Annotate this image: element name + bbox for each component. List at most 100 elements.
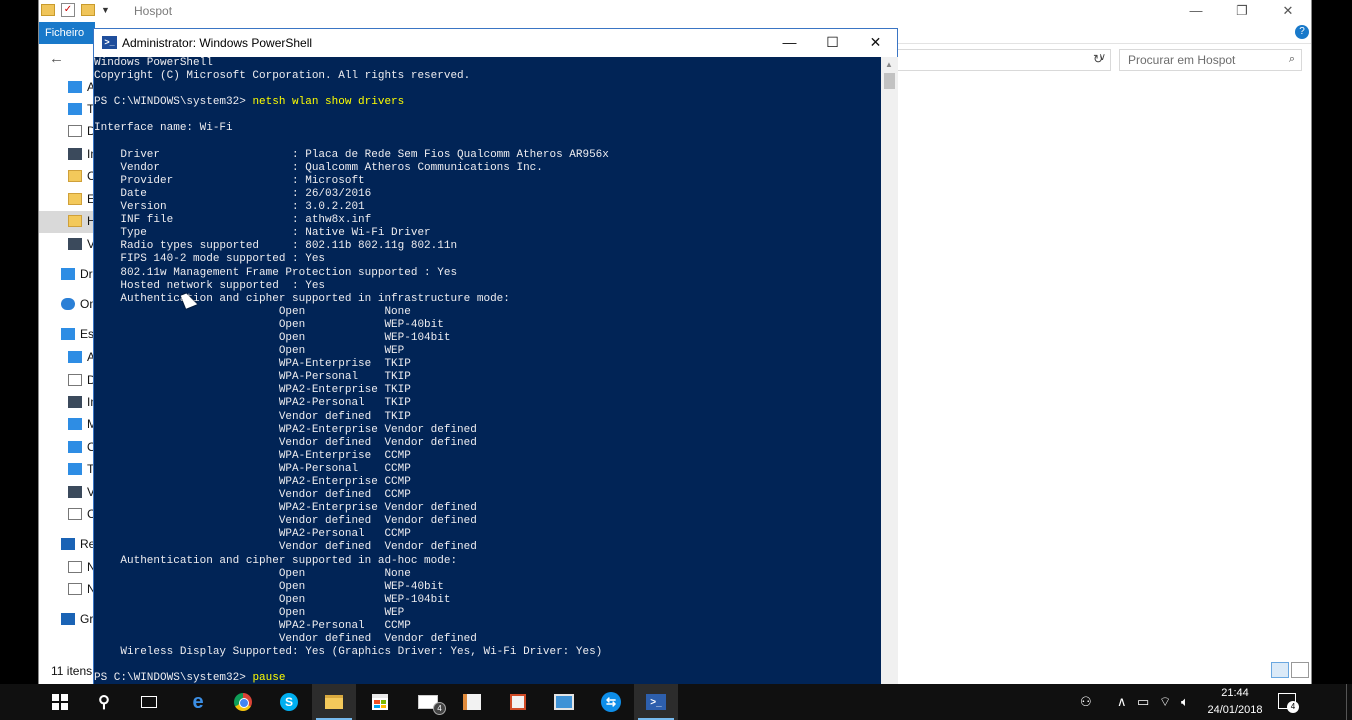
nav-item-desktop[interactable]: A bbox=[39, 347, 95, 369]
store-button[interactable] bbox=[358, 684, 402, 720]
search-icon[interactable]: ⌕ bbox=[1289, 53, 1295, 66]
scroll-thumb[interactable] bbox=[884, 73, 895, 89]
console-line: Open WEP-104bit bbox=[94, 331, 451, 344]
new-folder-icon[interactable] bbox=[81, 4, 95, 16]
power-icon[interactable]: ▭ bbox=[1137, 684, 1149, 720]
nav-item-drive[interactable]: C bbox=[39, 504, 95, 526]
nav-item-computer[interactable]: N bbox=[39, 579, 95, 601]
documents-icon bbox=[68, 374, 82, 386]
minimize-button[interactable]: — bbox=[768, 29, 811, 57]
nav-item-documents[interactable]: D bbox=[39, 370, 95, 392]
console-line: Hosted network supported : Yes bbox=[94, 279, 326, 292]
back-arrow-icon[interactable]: ← bbox=[49, 50, 64, 67]
nav-item-network[interactable]: Re bbox=[39, 534, 95, 556]
nav-item-desktop[interactable]: A bbox=[39, 77, 95, 99]
console-prompt: PS C:\WINDOWS\system32> bbox=[94, 672, 253, 685]
teamviewer-button[interactable]: ⇆ bbox=[589, 684, 633, 720]
maximize-button[interactable]: ☐ bbox=[811, 29, 854, 57]
close-button[interactable]: ✕ bbox=[854, 29, 897, 57]
this-pc-icon bbox=[61, 328, 75, 340]
address-bar[interactable]: ∨ bbox=[897, 49, 1111, 71]
mail-button[interactable]: 4 bbox=[406, 684, 450, 720]
console-line: Interface name: Wi-Fi bbox=[94, 122, 233, 135]
navigation-pane: A T D In C E H V Dr On Est A D In M O T … bbox=[39, 74, 95, 664]
nav-item-this-pc[interactable]: Est bbox=[39, 324, 95, 346]
nav-item-homegroup[interactable]: Gr bbox=[39, 609, 95, 631]
skype-button[interactable]: S bbox=[267, 684, 311, 720]
office-button[interactable] bbox=[496, 684, 540, 720]
nav-item-pictures[interactable]: In bbox=[39, 144, 95, 166]
console-line: Vendor defined Vendor defined bbox=[94, 515, 477, 528]
nav-item-downloads[interactable]: T bbox=[39, 99, 95, 121]
console-command: netsh wlan show drivers bbox=[252, 96, 405, 109]
vertical-scrollbar[interactable]: ▲ ▼ bbox=[881, 57, 898, 701]
network-icon[interactable]: ⌔ bbox=[1159, 684, 1171, 720]
console-output[interactable]: Windows PowerShell Copyright (C) Microsof… bbox=[94, 57, 881, 701]
properties-icon[interactable]: ✓ bbox=[61, 3, 75, 17]
quick-access-toolbar: ✓ ▼ bbox=[41, 3, 110, 17]
powershell-button[interactable]: >_ bbox=[634, 684, 678, 720]
remote-desktop-button[interactable] bbox=[542, 684, 586, 720]
console-line: WPA2-Enterprise TKIP bbox=[94, 384, 411, 397]
nav-item-music[interactable]: M bbox=[39, 414, 95, 436]
show-desktop-button[interactable] bbox=[1346, 684, 1352, 720]
explorer-minimize-button[interactable]: — bbox=[1173, 0, 1219, 22]
nav-item-folder[interactable]: C bbox=[39, 166, 95, 188]
console-line: WPA2-Enterprise Vendor defined bbox=[94, 502, 477, 515]
store-icon bbox=[372, 694, 388, 710]
nav-item-folder[interactable]: E bbox=[39, 189, 95, 211]
help-icon[interactable]: ? bbox=[1295, 25, 1309, 39]
console-line: WPA-Personal CCMP bbox=[94, 462, 411, 475]
volume-icon[interactable]: 🔈︎ bbox=[1181, 684, 1189, 720]
powershell-window: >_ Administrator: Windows PowerShell — ☐… bbox=[93, 28, 898, 701]
customize-toolbar-chevron-icon[interactable]: ▼ bbox=[101, 5, 110, 15]
console-line: Date : 26/03/2016 bbox=[94, 187, 372, 200]
notification-count-badge: 4 bbox=[1287, 701, 1299, 713]
clock-time: 21:44 bbox=[1221, 687, 1249, 699]
media-button[interactable] bbox=[450, 684, 494, 720]
nav-item-documents[interactable]: D bbox=[39, 121, 95, 143]
console-line: Open WEP bbox=[94, 345, 405, 358]
explorer-titlebar: ✓ ▼ Hospot — ❐ ✕ bbox=[39, 0, 1311, 22]
chrome-button[interactable] bbox=[221, 684, 265, 720]
edge-button[interactable]: e bbox=[176, 684, 220, 720]
large-icons-view-icon[interactable] bbox=[1291, 662, 1309, 678]
explorer-close-button[interactable]: ✕ bbox=[1265, 0, 1311, 22]
file-explorer-button[interactable] bbox=[312, 684, 356, 720]
console-line: Authentication and cipher supported in i… bbox=[94, 292, 510, 305]
nav-item-pictures[interactable]: In bbox=[39, 392, 95, 414]
nav-item-videos[interactable]: V bbox=[39, 234, 95, 256]
folder-icon[interactable] bbox=[41, 4, 55, 16]
console-line: PS C:\WINDOWS\system32> netsh wlan show … bbox=[94, 96, 881, 109]
powershell-titlebar[interactable]: >_ Administrator: Windows PowerShell — ☐… bbox=[94, 29, 897, 57]
console-line: Vendor defined TKIP bbox=[94, 410, 411, 423]
people-icon[interactable]: ⚇ bbox=[1080, 684, 1092, 720]
clock[interactable]: 21:44 24/01/2018 bbox=[1196, 685, 1274, 719]
task-view-button[interactable] bbox=[127, 684, 171, 720]
details-view-icon[interactable] bbox=[1271, 662, 1289, 678]
console-line: WPA2-Personal CCMP bbox=[94, 620, 411, 633]
scroll-up-icon[interactable]: ▲ bbox=[885, 60, 893, 69]
homegroup-icon bbox=[61, 613, 75, 625]
nav-item-computer[interactable]: N bbox=[39, 557, 95, 579]
nav-item-dropbox[interactable]: Dr bbox=[39, 264, 95, 286]
search-button[interactable]: ⚲ bbox=[82, 684, 126, 720]
nav-item-onedrive[interactable]: On bbox=[39, 294, 95, 316]
console-line: Windows PowerShell bbox=[94, 57, 213, 69]
computer-icon bbox=[68, 561, 82, 573]
start-button[interactable] bbox=[38, 684, 82, 720]
nav-item-videos[interactable]: V bbox=[39, 482, 95, 504]
console-command: pause bbox=[252, 672, 286, 685]
refresh-icon[interactable]: ↻ bbox=[1093, 52, 1103, 66]
pictures-icon bbox=[68, 148, 82, 160]
nav-item-hospot[interactable]: H bbox=[39, 211, 95, 233]
show-hidden-icons-chevron-icon[interactable]: ∧ bbox=[1117, 684, 1127, 720]
powershell-icon[interactable]: >_ bbox=[102, 36, 117, 49]
nav-item-3d-objects[interactable]: O bbox=[39, 437, 95, 459]
tab-file[interactable]: Ficheiro bbox=[39, 22, 95, 44]
explorer-maximize-button[interactable]: ❐ bbox=[1219, 0, 1265, 22]
drive-icon bbox=[68, 508, 82, 520]
search-input[interactable]: Procurar em Hospot ⌕ bbox=[1119, 49, 1302, 71]
nav-item-downloads[interactable]: T bbox=[39, 459, 95, 481]
